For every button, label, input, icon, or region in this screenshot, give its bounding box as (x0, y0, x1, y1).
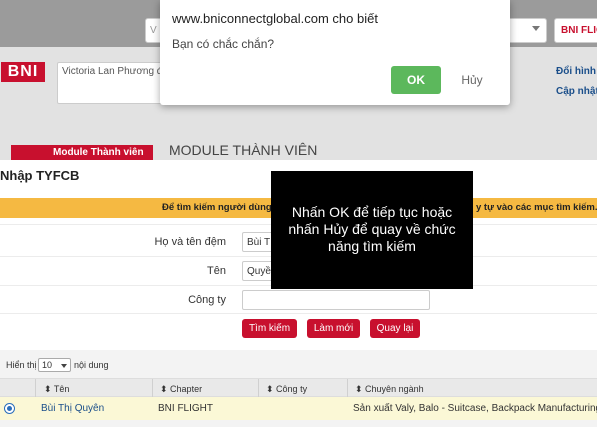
column-divider (347, 379, 348, 397)
page-size-label: Hiển thị (6, 360, 37, 370)
cell-specialty: Sản xuất Valy, Balo - Suitcase, Backpack… (353, 403, 597, 414)
chevron-down-icon (532, 26, 540, 31)
last-name-label: Tên (207, 265, 226, 277)
tooltip-text: Nhấn OK để tiếp tục hoặc nhấn Hủy để qua… (288, 204, 456, 254)
search-button[interactable]: Tìm kiếm (242, 319, 297, 338)
sort-icon: ⬍ (44, 384, 54, 394)
bni-logo: BNI (1, 62, 45, 82)
change-photo-link[interactable]: Đổi hình (556, 62, 597, 82)
column-header-name-label: Tên (53, 384, 70, 394)
panel-title: Nhập TYFCB (0, 168, 80, 183)
dialog-title: www.bniconnectglobal.com cho biết (172, 11, 378, 26)
row-select-radio[interactable] (4, 403, 15, 414)
sort-icon: ⬍ (160, 384, 171, 394)
column-header-chapter[interactable]: ⬍ Chapter (160, 384, 202, 395)
header-links: Đổi hình Cập nhật (556, 62, 597, 102)
column-header-name[interactable]: ⬍ Tên (44, 384, 69, 395)
back-button[interactable]: Quay lại (370, 319, 420, 338)
divider (0, 313, 597, 314)
column-header-specialty[interactable]: ⬍ Chuyên ngành (355, 384, 424, 395)
profile-box: Victoria Lan Phương đ (57, 62, 165, 104)
profile-name: Victoria Lan Phương đ (62, 66, 163, 77)
sort-icon: ⬍ (266, 384, 277, 394)
hint-text-left: Để tìm kiếm người dùng (162, 202, 272, 213)
first-name-label: Họ và tên đệm (154, 236, 226, 248)
tab-member-module[interactable]: Module Thành viên (0, 145, 153, 161)
column-header-company-label: Công ty (276, 384, 308, 394)
column-divider (35, 379, 36, 397)
page-size-suffix: nội dung (74, 360, 109, 370)
region-select-value: V (150, 25, 157, 36)
chapter-select[interactable]: BNI FLIGH (554, 18, 597, 43)
confirm-dialog: www.bniconnectglobal.com cho biết Bạn có… (160, 0, 510, 105)
ok-button[interactable]: OK (391, 66, 441, 94)
dialog-message: Bạn có chắc chắn? (172, 37, 275, 51)
page-size-select[interactable]: 10 (38, 358, 71, 372)
reset-button[interactable]: Làm mới (307, 319, 360, 338)
page-size-value: 10 (42, 360, 53, 370)
column-header-company[interactable]: ⬍ Công ty (266, 384, 307, 395)
update-link[interactable]: Cập nhật (556, 82, 597, 102)
app-window: V BNI FLIGH BNI Victoria Lan Phương đ Đổ… (0, 0, 597, 427)
hint-text-right: y tự vào các mục tìm kiếm. (476, 202, 597, 213)
chevron-down-icon (61, 364, 67, 368)
cancel-button[interactable]: Hủy (452, 66, 492, 94)
last-name-value: Quyề (247, 266, 271, 277)
company-input[interactable] (242, 290, 430, 310)
cell-chapter: BNI FLIGHT (158, 403, 214, 414)
column-header-chapter-label: Chapter (170, 384, 203, 394)
module-title: MODULE THÀNH VIÊN (169, 142, 318, 158)
column-divider (258, 379, 259, 397)
chapter-select-value: BNI FLIGH (561, 25, 597, 36)
sort-icon: ⬍ (355, 384, 366, 394)
cell-name[interactable]: Bùi Thị Quyên (41, 403, 104, 414)
instruction-tooltip: Nhấn OK để tiếp tục hoặc nhấn Hủy để qua… (271, 171, 473, 289)
column-divider (152, 379, 153, 397)
column-header-specialty-label: Chuyên ngành (365, 384, 424, 394)
company-label: Công ty (188, 294, 226, 306)
first-name-value: Bùi T (247, 237, 271, 248)
